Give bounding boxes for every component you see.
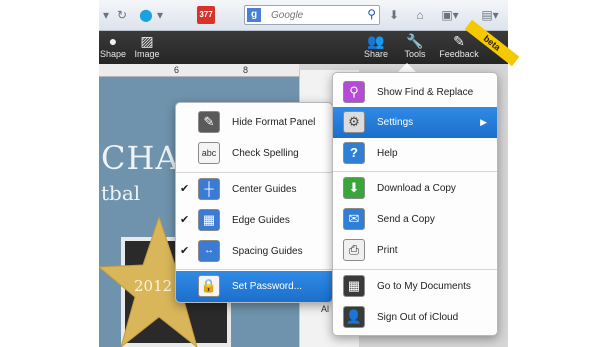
edge-guides-icon: ▦ bbox=[198, 209, 220, 231]
checkmark-icon: ✔ bbox=[180, 183, 190, 195]
mail-icon: ✉ bbox=[343, 208, 365, 230]
calendar-icon[interactable]: 377 bbox=[197, 6, 215, 24]
settings-gear-icon: ⚙ bbox=[343, 111, 365, 133]
skype-icon[interactable]: ⬤ bbox=[139, 6, 153, 24]
ruler-mark: 8 bbox=[243, 65, 249, 75]
screenshot-stage: ▾ ↻ ⬤ ▾ 377 g ⚲ ⬇ ⌂ ▣▾ ▤▾ ● Shape ▨ Imag… bbox=[0, 0, 608, 347]
refresh-icon[interactable]: ↻ bbox=[115, 6, 129, 24]
menu-item-settings[interactable]: ⚙ Settings ▶ bbox=[333, 107, 497, 138]
menu-item-edge-guides[interactable]: ✔ ▦ Edge Guides bbox=[176, 205, 332, 236]
submenu-arrow-icon: ▶ bbox=[480, 117, 487, 127]
menu-separator bbox=[333, 269, 497, 270]
star-text: 2012 bbox=[134, 277, 173, 295]
menu-item-find-replace[interactable]: ⚲ Show Find & Replace bbox=[333, 77, 497, 108]
format-panel-label: Al bbox=[321, 304, 330, 314]
menu-item-label: Hide Format Panel bbox=[232, 117, 316, 128]
spellcheck-icon: abc bbox=[198, 142, 220, 164]
search-box[interactable]: g ⚲ bbox=[244, 5, 380, 25]
wrench-icon: 🔧 bbox=[406, 33, 424, 49]
menu-separator bbox=[176, 172, 332, 173]
menu-item-my-documents[interactable]: ▦ Go to My Documents bbox=[333, 271, 497, 302]
bookmark-icon[interactable]: ▣▾ bbox=[439, 6, 461, 24]
menu-item-label: Center Guides bbox=[232, 184, 297, 195]
lock-icon: 🔒 bbox=[198, 275, 220, 297]
menu-item-label: Check Spelling bbox=[232, 148, 299, 159]
format-brush-icon: ✎ bbox=[198, 111, 220, 133]
tools-menu-pointer bbox=[398, 63, 416, 72]
image-button[interactable]: ▨ Image bbox=[125, 33, 169, 63]
search-input[interactable] bbox=[271, 7, 361, 23]
menu-item-label: Go to My Documents bbox=[377, 281, 471, 292]
share-people-icon: 👥 bbox=[367, 33, 385, 49]
center-guides-icon: ┼ bbox=[198, 178, 220, 200]
menu-item-sign-out[interactable]: 👤 Sign Out of iCloud bbox=[333, 302, 497, 333]
menu-item-check-spelling[interactable]: abc Check Spelling bbox=[176, 138, 332, 169]
menu-item-label: Sign Out of iCloud bbox=[377, 312, 459, 323]
menu-item-send-copy[interactable]: ✉ Send a Copy bbox=[333, 204, 497, 235]
download-icon[interactable]: ⬇ bbox=[387, 6, 401, 24]
share-button[interactable]: 👥 Share bbox=[354, 33, 398, 63]
documents-grid-icon: ▦ bbox=[343, 275, 365, 297]
menu-item-set-password[interactable]: 🔒 Set Password... bbox=[176, 271, 332, 302]
menu-separator bbox=[176, 269, 332, 270]
menu-item-spacing-guides[interactable]: ✔ ↔ Spacing Guides bbox=[176, 236, 332, 267]
ruler: 6 8 bbox=[99, 64, 299, 77]
image-label: Image bbox=[134, 49, 160, 59]
checkmark-icon: ✔ bbox=[180, 245, 190, 257]
menu-item-print[interactable]: ⎙ Print bbox=[333, 235, 497, 266]
tools-button[interactable]: 🔧 Tools bbox=[393, 33, 437, 63]
menu-separator bbox=[333, 171, 497, 172]
download-icon: ⬇ bbox=[343, 177, 365, 199]
menu-item-label: Show Find & Replace bbox=[377, 87, 474, 98]
document-subtitle: tbal bbox=[101, 181, 141, 205]
menu-item-label: Edge Guides bbox=[232, 215, 290, 226]
help-icon: ? bbox=[343, 142, 365, 164]
tools-menu: ⚲ Show Find & Replace ⚙ Settings ▶ ? Hel… bbox=[332, 72, 498, 336]
menu-item-download[interactable]: ⬇ Download a Copy bbox=[333, 173, 497, 204]
menu-item-hide-format-panel[interactable]: ✎ Hide Format Panel bbox=[176, 107, 332, 138]
menu-item-label: Spacing Guides bbox=[232, 246, 303, 257]
menu-item-label: Print bbox=[377, 245, 398, 256]
app-toolbar: ● Shape ▨ Image 👥 Share 🔧 Tools ✎ Feedba… bbox=[99, 19, 520, 67]
dropdown-arrow-icon[interactable]: ▾ bbox=[155, 6, 165, 24]
find-icon: ⚲ bbox=[343, 81, 365, 103]
dropdown-arrow-icon[interactable]: ▾ bbox=[101, 6, 111, 24]
menu-item-center-guides[interactable]: ✔ ┼ Center Guides bbox=[176, 174, 332, 205]
home-icon[interactable]: ⌂ bbox=[413, 6, 427, 24]
menu-item-label: Send a Copy bbox=[377, 214, 435, 225]
image-icon: ▨ bbox=[140, 33, 154, 49]
menu-item-label: Set Password... bbox=[232, 281, 303, 292]
share-label: Share bbox=[363, 49, 389, 59]
tools-label: Tools bbox=[404, 49, 426, 59]
settings-submenu: ✎ Hide Format Panel abc Check Spelling ✔… bbox=[175, 102, 333, 303]
user-silhouette-icon: 👤 bbox=[343, 306, 365, 328]
feedback-label: Feedback bbox=[439, 49, 479, 59]
menu-item-label: Help bbox=[377, 148, 398, 159]
menu-item-label: Download a Copy bbox=[377, 183, 456, 194]
menu-icon[interactable]: ▤▾ bbox=[479, 6, 501, 24]
printer-icon: ⎙ bbox=[343, 239, 365, 261]
ruler-mark: 6 bbox=[174, 65, 180, 75]
browser-toolbar: ▾ ↻ ⬤ ▾ 377 g ⚲ ⬇ ⌂ ▣▾ ▤▾ bbox=[99, 0, 508, 31]
menu-item-label: Settings bbox=[377, 117, 414, 128]
spacing-guides-icon: ↔ bbox=[198, 240, 220, 262]
checkmark-icon: ✔ bbox=[180, 214, 190, 226]
search-engine-icon[interactable]: g bbox=[247, 8, 261, 22]
search-go-icon[interactable]: ⚲ bbox=[367, 7, 376, 21]
menu-item-help[interactable]: ? Help bbox=[333, 138, 497, 169]
